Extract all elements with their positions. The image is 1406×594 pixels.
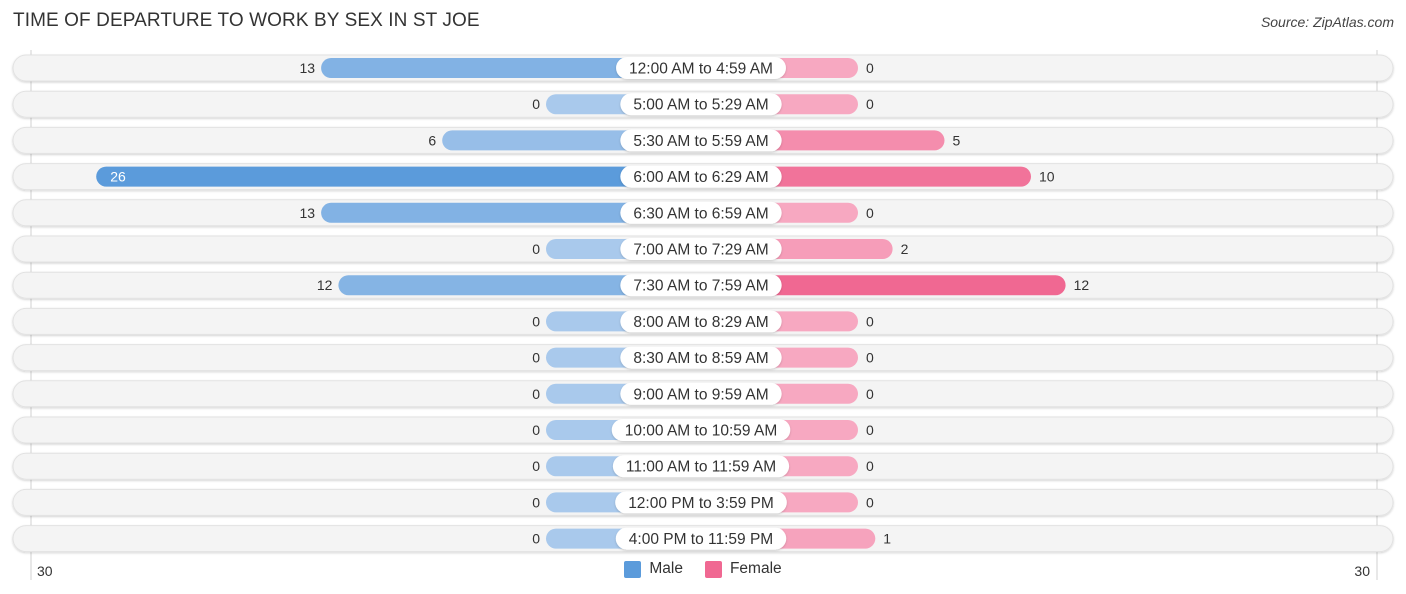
category-label: 5:00 AM to 5:29 AM <box>633 97 768 114</box>
category-label: 8:30 AM to 8:59 AM <box>633 350 768 367</box>
chart-row: 26 10 6:00 AM to 6:29 AM <box>12 163 1394 191</box>
chart-row: 0 0 8:00 AM to 8:29 AM <box>12 307 1394 335</box>
chart-row: 0 0 9:00 AM to 9:59 AM <box>12 380 1394 408</box>
chart-row: 0 0 12:00 PM to 3:59 PM <box>12 488 1394 516</box>
value-label-male: 13 <box>300 205 316 221</box>
value-label-female: 1 <box>883 531 891 547</box>
value-label-female: 2 <box>901 241 909 257</box>
value-label-male: 12 <box>317 277 333 293</box>
value-label-male: 0 <box>532 241 540 257</box>
value-label-male: 0 <box>532 313 540 329</box>
legend-item-male[interactable]: Male <box>624 560 683 578</box>
chart-row: 0 0 5:00 AM to 5:29 AM <box>12 90 1394 118</box>
chart-row: 0 0 10:00 AM to 10:59 AM <box>12 416 1394 444</box>
category-label: 11:00 AM to 11:59 AM <box>626 459 776 476</box>
chart-row: 6 5 5:30 AM to 5:59 AM <box>12 126 1394 154</box>
value-label-female: 0 <box>866 494 874 510</box>
chart-row: 0 0 8:30 AM to 8:59 AM <box>12 344 1394 372</box>
chart-canvas: 13 0 12:00 AM to 4:59 AM 0 0 5:00 AM to 5:29 … <box>12 50 1394 580</box>
value-label-male: 0 <box>532 96 540 112</box>
value-label-male: 0 <box>532 386 540 402</box>
value-label-female: 0 <box>866 60 874 76</box>
chart-row: 13 0 6:30 AM to 6:59 AM <box>12 199 1394 227</box>
value-label-female: 0 <box>866 422 874 438</box>
value-label-female: 0 <box>866 313 874 329</box>
chart-row: 12 12 7:30 AM to 7:59 AM <box>12 271 1394 299</box>
value-label-male: 0 <box>532 350 540 366</box>
category-label: 12:00 AM to 4:59 AM <box>629 61 773 78</box>
value-label-female: 5 <box>953 132 961 148</box>
value-label-male: 13 <box>300 60 316 76</box>
category-label: 10:00 AM to 10:59 AM <box>625 423 778 440</box>
category-label: 6:30 AM to 6:59 AM <box>633 205 768 222</box>
category-label: 9:00 AM to 9:59 AM <box>633 386 768 403</box>
value-label-female: 10 <box>1039 169 1055 185</box>
legend: Male Female <box>0 560 1406 578</box>
category-label: 7:00 AM to 7:29 AM <box>633 242 768 259</box>
value-label-male: 0 <box>532 458 540 474</box>
value-label-male: 0 <box>532 494 540 510</box>
value-label-female: 12 <box>1074 277 1090 293</box>
chart-row: 13 0 12:00 AM to 4:59 AM <box>12 54 1394 82</box>
legend-label-female: Female <box>729 560 782 577</box>
value-label-female: 0 <box>866 96 874 112</box>
value-label-female: 0 <box>866 458 874 474</box>
value-label-male: 6 <box>428 132 436 148</box>
category-label: 4:00 PM to 11:59 PM <box>629 531 773 548</box>
category-label: 6:00 AM to 6:29 AM <box>633 169 768 186</box>
legend-swatch-female <box>704 560 722 578</box>
value-label-male: 0 <box>532 531 540 547</box>
chart-row: 0 0 11:00 AM to 11:59 AM <box>12 452 1394 480</box>
value-label-female: 0 <box>866 386 874 402</box>
chart-row: 0 1 4:00 PM to 11:59 PM <box>12 525 1394 553</box>
value-label-male: 0 <box>532 422 540 438</box>
chart-row: 0 2 7:00 AM to 7:29 AM <box>12 235 1394 263</box>
category-label: 12:00 PM to 3:59 PM <box>628 495 774 512</box>
legend-swatch-male <box>624 560 642 578</box>
category-label: 7:30 AM to 7:59 AM <box>633 278 768 295</box>
legend-item-female[interactable]: Female <box>704 560 782 578</box>
value-label-female: 0 <box>866 350 874 366</box>
category-label: 5:30 AM to 5:59 AM <box>633 133 768 150</box>
category-label: 8:00 AM to 8:29 AM <box>633 314 768 331</box>
value-label-female: 0 <box>866 205 874 221</box>
legend-label-male: Male <box>649 560 683 577</box>
bar-male[interactable] <box>96 166 703 187</box>
value-label-male: 26 <box>110 169 126 185</box>
